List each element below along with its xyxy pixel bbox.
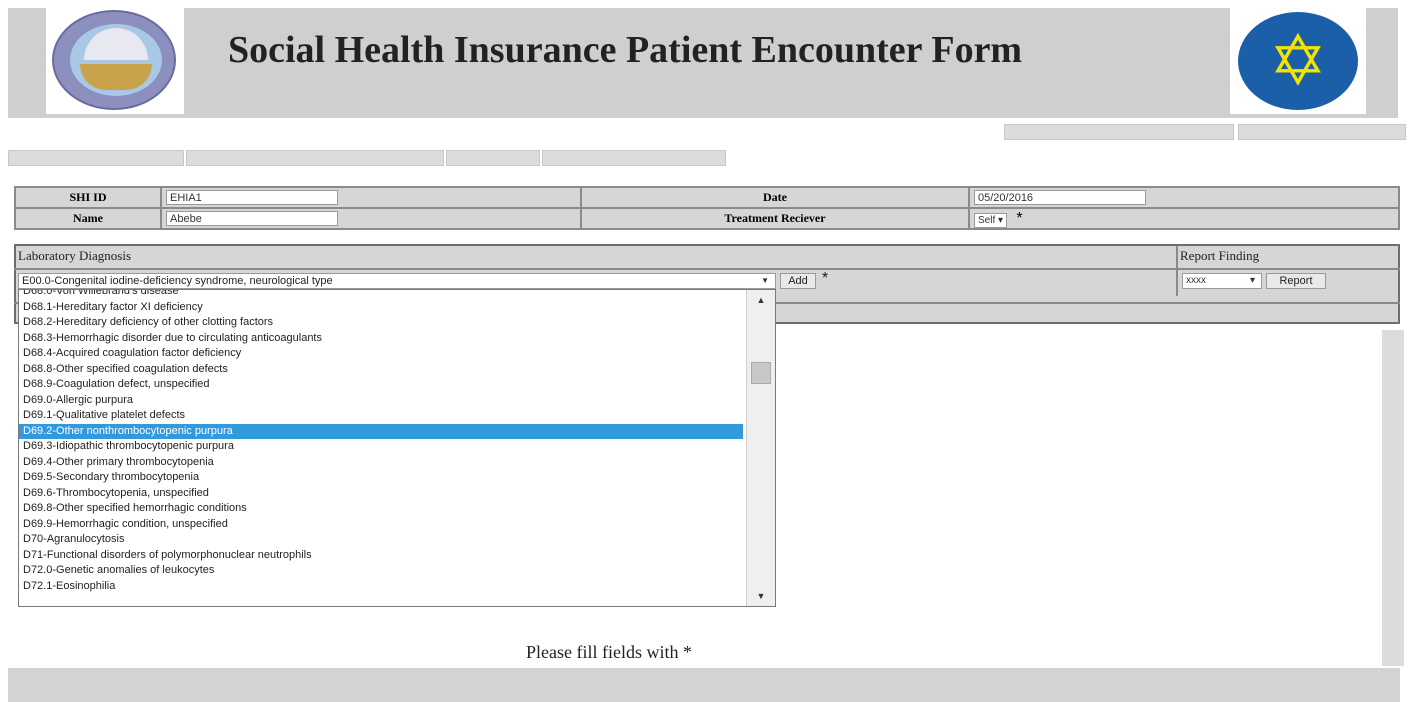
required-marker: *: [1016, 209, 1023, 227]
scroll-thumb[interactable]: [751, 362, 771, 384]
diagnosis-option[interactable]: D70-Agranulocytosis: [19, 532, 743, 548]
page-title: Social Health Insurance Patient Encounte…: [228, 29, 1023, 71]
diagnosis-option[interactable]: D68.4-Acquired coagulation factor defici…: [19, 346, 743, 362]
star-emblem-icon: ✡: [1268, 20, 1328, 102]
national-emblem-logo: ✡: [1230, 8, 1366, 114]
scroll-down-icon[interactable]: ▼: [747, 588, 775, 604]
report-button[interactable]: Report: [1266, 273, 1326, 289]
diagnosis-option[interactable]: D69.1-Qualitative platelet defects: [19, 408, 743, 424]
date-input[interactable]: 05/20/2016: [974, 190, 1146, 205]
section-divider: [14, 268, 1400, 270]
diagnosis-option[interactable]: D69.6-Thrombocytopenia, unspecified: [19, 486, 743, 502]
diagnosis-option[interactable]: D69.5-Secondary thrombocytopenia: [19, 470, 743, 486]
lab-diagnosis-heading: Laboratory Diagnosis: [18, 248, 132, 263]
top-nav-button-2[interactable]: [1238, 124, 1406, 140]
diagnosis-option[interactable]: D68.8-Other specified coagulation defect…: [19, 362, 743, 378]
menu-tab-2[interactable]: [186, 150, 444, 166]
menu-tab-1[interactable]: [8, 150, 184, 166]
treatment-receiver-label: Treatment Reciever: [580, 207, 970, 230]
diagnosis-selected-value: E00.0-Congenital iodine-deficiency syndr…: [22, 275, 333, 287]
add-diagnosis-button[interactable]: Add: [780, 273, 816, 289]
right-side-panel: [1382, 330, 1404, 666]
scroll-up-icon[interactable]: ▲: [747, 292, 775, 308]
diagnosis-option[interactable]: D69.3-Idiopathic thrombocytopenic purpur…: [19, 439, 743, 455]
menu-tab-3[interactable]: [446, 150, 540, 166]
insurance-logo: [46, 8, 184, 114]
shi-id-input[interactable]: EHIA1: [166, 190, 338, 205]
top-nav-button-1[interactable]: [1004, 124, 1234, 140]
receiver-selected-value: Self: [978, 214, 996, 226]
diagnosis-option[interactable]: D68.3-Hemorrhagic disorder due to circul…: [19, 331, 743, 347]
dropdown-scrollbar[interactable]: ▲ ▼: [746, 290, 775, 606]
diagnosis-option[interactable]: D68.9-Coagulation defect, unspecified: [19, 377, 743, 393]
report-selected-value: xxxx: [1186, 275, 1206, 286]
diagnosis-option[interactable]: D68.1-Hereditary factor XI deficiency: [19, 300, 743, 316]
treatment-receiver-select[interactable]: Self ▾: [974, 212, 1008, 228]
diagnosis-option[interactable]: D69.2-Other nonthrombocytopenic purpura: [19, 423, 743, 439]
name-label: Name: [14, 207, 162, 230]
diagnosis-option[interactable]: D72.1-Eosinophilia: [19, 579, 743, 595]
chevron-down-icon: ▾: [1249, 275, 1255, 286]
diagnosis-option[interactable]: D69.8-Other specified hemorrhagic condit…: [19, 501, 743, 517]
diagnosis-option[interactable]: D71-Functional disorders of polymorphonu…: [19, 548, 743, 564]
chevron-down-icon: ▾: [998, 214, 1004, 226]
required-fields-note: Please fill fields with *: [526, 642, 692, 662]
date-label: Date: [580, 186, 970, 209]
diagnosis-option[interactable]: D69.9-Hemorrhagic condition, unspecified: [19, 517, 743, 533]
diagnosis-option[interactable]: D69.0-Allergic purpura: [19, 393, 743, 409]
patient-info-table: SHI ID EHIA1 Date 05/20/2016 Name Abebe …: [14, 186, 1400, 230]
footer-bar: [8, 668, 1400, 702]
report-finding-heading: Report Finding: [1180, 248, 1260, 263]
report-finding-select[interactable]: xxxx ▾: [1182, 273, 1262, 289]
required-marker: *: [822, 270, 829, 287]
diagnosis-dropdown-list[interactable]: D68.0-Von Willebrand's disease D68.1-Here…: [18, 289, 776, 607]
name-input[interactable]: Abebe: [166, 211, 338, 226]
chevron-down-icon: ▼: [761, 276, 769, 285]
diagnosis-select[interactable]: E00.0-Congenital iodine-deficiency syndr…: [18, 273, 776, 289]
diagnosis-option[interactable]: D69.4-Other primary thrombocytopenia: [19, 455, 743, 471]
shi-id-label: SHI ID: [14, 186, 162, 209]
diagnosis-option[interactable]: D68.0-Von Willebrand's disease: [19, 290, 743, 300]
menu-tab-4[interactable]: [542, 150, 726, 166]
section-divider: [1176, 246, 1178, 296]
diagnosis-option[interactable]: D72.0-Genetic anomalies of leukocytes: [19, 563, 743, 579]
diagnosis-option[interactable]: D68.2-Hereditary deficiency of other clo…: [19, 315, 743, 331]
